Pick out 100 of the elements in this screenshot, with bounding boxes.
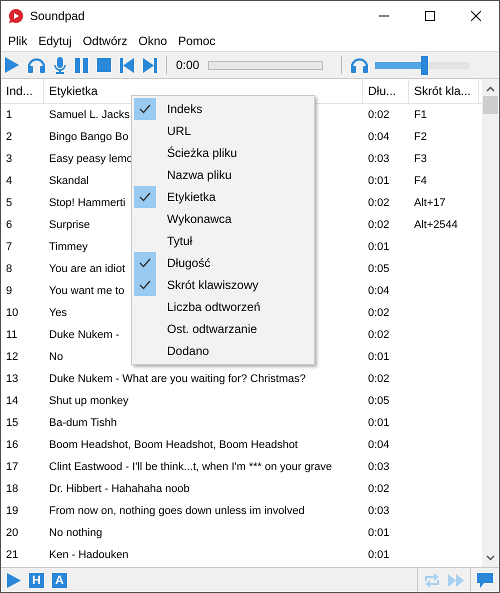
table-cell-text: 0:04 bbox=[367, 439, 390, 451]
table-cell-text: 0:01 bbox=[367, 549, 390, 561]
scroll-up-icon[interactable] bbox=[486, 86, 495, 92]
next-icon[interactable] bbox=[143, 58, 157, 72]
table-cell-text: 0:04 bbox=[367, 285, 390, 297]
table-cell-text: 0:02 bbox=[367, 197, 390, 209]
checkmark-icon bbox=[134, 252, 156, 274]
table-cell-text: 0:03 bbox=[367, 153, 390, 165]
table-cell-text: 0:01 bbox=[367, 175, 390, 187]
menu-item[interactable]: Plik bbox=[4, 34, 32, 48]
scroll-thumb[interactable] bbox=[483, 96, 498, 114]
scroll-down-icon[interactable] bbox=[486, 555, 495, 561]
menu-item[interactable]: Dodano bbox=[132, 340, 314, 362]
table-cell: Samuel L. Jacks bbox=[49, 109, 130, 121]
menu-item[interactable]: URL bbox=[132, 120, 314, 142]
table-cell-text: 10 bbox=[5, 307, 20, 319]
menu-item[interactable]: Pomoc bbox=[174, 34, 220, 48]
table-cell-text: 2 bbox=[5, 131, 14, 143]
table-cell: Bingo Bango Bo bbox=[49, 131, 129, 143]
table-cell: Shut up monkey bbox=[49, 395, 128, 407]
checkmark-icon bbox=[134, 98, 156, 120]
table-cell-text: 13 bbox=[5, 373, 20, 385]
table-cell-text: 0:03 bbox=[367, 461, 390, 473]
table-cell: Dr. Hibbert - Hahahaha noob bbox=[49, 483, 190, 495]
seek-bar[interactable] bbox=[208, 60, 324, 70]
table-cell-text: 0:02 bbox=[367, 109, 390, 121]
menu-item[interactable]: Długość bbox=[132, 252, 314, 274]
checkmark-icon bbox=[134, 186, 156, 208]
table-cell-text: 12 bbox=[5, 351, 20, 363]
table-cell: Timmey bbox=[49, 241, 88, 253]
table-cell-text: 0:02 bbox=[367, 219, 390, 231]
table-cell-text: 7 bbox=[5, 241, 14, 253]
table-cell-text: F4 bbox=[413, 175, 428, 187]
table-cell-text: 6 bbox=[5, 219, 14, 231]
headphones-icon[interactable] bbox=[28, 57, 45, 73]
table-cell-text: 14 bbox=[5, 395, 20, 407]
pause-icon[interactable] bbox=[75, 58, 88, 72]
table-cell-text: 0:01 bbox=[367, 527, 390, 539]
menu-item[interactable]: Skrót klawiszowy bbox=[132, 274, 314, 296]
menu-item[interactable]: Etykietka bbox=[132, 186, 314, 208]
table-cell-text: 0:02 bbox=[367, 329, 390, 341]
table-cell-text: 8 bbox=[5, 263, 14, 275]
app-logo-icon bbox=[8, 8, 24, 24]
table-cell-text: 0:02 bbox=[367, 373, 390, 385]
menu-item[interactable]: Ost. odtwarzanie bbox=[132, 318, 314, 340]
menu-item[interactable]: Okno bbox=[134, 34, 172, 48]
checkmark-icon bbox=[134, 274, 156, 296]
table-cell-text: 17 bbox=[5, 461, 20, 473]
table-cell: No bbox=[49, 351, 64, 363]
scrollbar[interactable] bbox=[482, 79, 499, 567]
menu-item[interactable]: Wykonawca bbox=[132, 208, 314, 230]
table-cell-text: 3 bbox=[5, 153, 14, 165]
play-icon[interactable] bbox=[5, 57, 19, 73]
table-cell-text: 5 bbox=[5, 197, 14, 209]
table-cell-text: 11 bbox=[5, 329, 18, 341]
play-icon[interactable] bbox=[7, 572, 21, 588]
column-header[interactable]: Skrót kla... bbox=[409, 79, 479, 103]
table-cell: From now on, nothing goes down unless im involved bbox=[49, 505, 305, 517]
table-cell-text: 0:05 bbox=[367, 263, 390, 275]
table-cell: You are an idiot bbox=[49, 263, 126, 275]
time-label: 0:00 bbox=[176, 58, 200, 72]
column-header[interactable]: Ind... bbox=[1, 79, 44, 103]
table-cell-text: F3 bbox=[413, 153, 428, 165]
table-cell: Surprise bbox=[49, 219, 90, 231]
table-cell-text: 21 bbox=[5, 549, 20, 561]
table-cell: Skandal bbox=[49, 175, 89, 187]
table-cell: No nothing bbox=[49, 527, 102, 539]
table-cell-text: F1 bbox=[413, 109, 428, 121]
previous-icon[interactable] bbox=[120, 58, 134, 72]
table-cell-text: 0:01 bbox=[367, 351, 390, 363]
table-cell-text: 0:01 bbox=[367, 417, 390, 429]
headphones-icon[interactable] bbox=[351, 57, 368, 73]
letter-button[interactable]: A bbox=[52, 572, 67, 588]
menu-item[interactable]: Tytuł bbox=[132, 230, 314, 252]
table-cell-text: 0:01 bbox=[367, 241, 390, 253]
menu-item[interactable]: Nazwa pliku bbox=[132, 164, 314, 186]
table-cell-text: 0:02 bbox=[367, 483, 390, 495]
speech-bubble-icon[interactable] bbox=[477, 572, 493, 588]
table-cell-text: 4 bbox=[5, 175, 14, 187]
window-title: Soundpad bbox=[30, 8, 85, 22]
menu-item[interactable]: Edytuj bbox=[34, 34, 76, 48]
close-icon[interactable] bbox=[471, 10, 481, 20]
column-header[interactable]: Dłu... bbox=[363, 79, 409, 103]
menu-item[interactable]: Odtwórz bbox=[78, 34, 132, 48]
table-cell: You want me to bbox=[49, 285, 124, 297]
table-cell-text: Alt+2544 bbox=[413, 219, 459, 231]
letter-button[interactable]: H bbox=[29, 572, 44, 588]
table-cell: Ba-dum Tishh bbox=[49, 417, 117, 429]
menu-item[interactable]: Ścieżka pliku bbox=[132, 142, 314, 164]
microphone-icon[interactable] bbox=[54, 56, 66, 74]
table-cell-text: 0:03 bbox=[367, 505, 390, 517]
table-cell-text: 16 bbox=[5, 439, 20, 451]
table-cell: Ken - Hadouken bbox=[49, 549, 128, 561]
maximize-icon[interactable] bbox=[425, 10, 435, 20]
table-cell-text: 1 bbox=[5, 109, 14, 121]
table-cell: Yes bbox=[49, 307, 67, 319]
table-cell-text: 0:02 bbox=[367, 307, 390, 319]
menu-item[interactable]: Liczba odtworzeń bbox=[132, 296, 314, 318]
table-cell-text: 20 bbox=[5, 527, 20, 539]
table-cell-text: 0:05 bbox=[367, 395, 390, 407]
